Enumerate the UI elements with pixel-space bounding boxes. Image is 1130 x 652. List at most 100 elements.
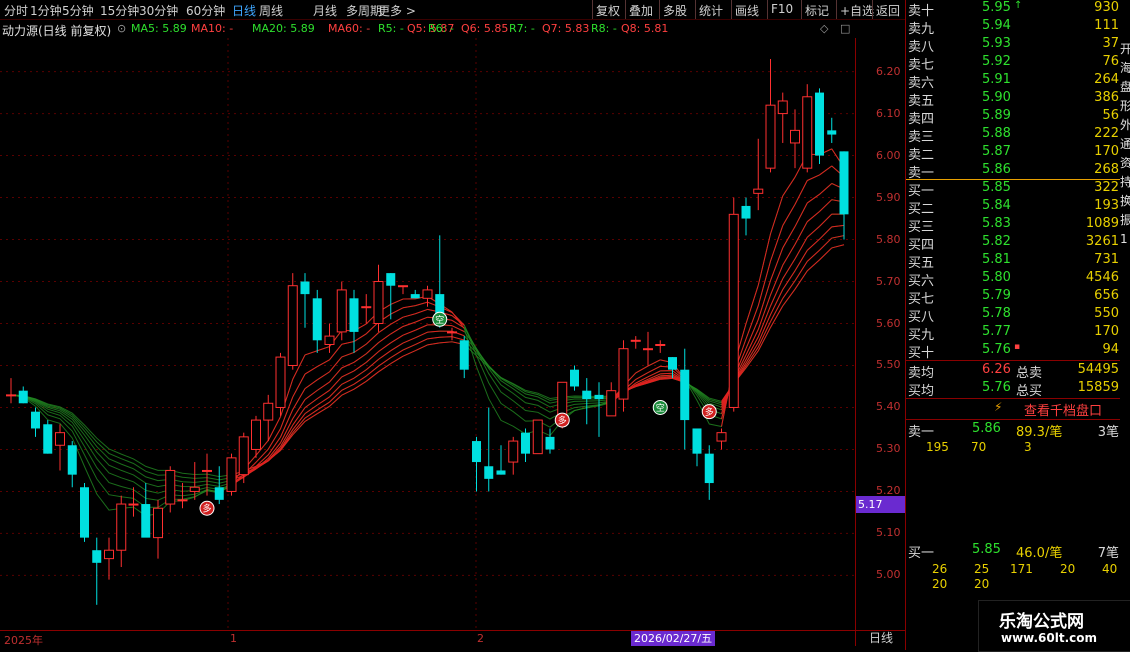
detail-amount: 89.3/笔 bbox=[1016, 421, 1062, 440]
candlestick-chart[interactable]: 多空多空多 bbox=[0, 38, 855, 630]
collapse-icon[interactable]: ◇ bbox=[820, 22, 828, 35]
ribbon-line-red bbox=[317, 360, 329, 367]
bid-row[interactable]: 买三5.831089 bbox=[906, 216, 1121, 234]
ribbon-line-red bbox=[783, 271, 795, 290]
bid-row[interactable]: 买五5.81731 bbox=[906, 252, 1121, 270]
indicator-settings-icon[interactable]: ⊙ bbox=[117, 22, 126, 35]
order-level-label: 买三 bbox=[908, 216, 934, 235]
ribbon-line-green bbox=[11, 214, 844, 487]
tab-1min[interactable]: 1分钟 bbox=[30, 2, 62, 19]
mark-button[interactable]: 标记 bbox=[805, 2, 829, 19]
candle-body-down bbox=[31, 412, 40, 429]
divider bbox=[906, 419, 1121, 420]
selected-date: 2026/02/27/五 bbox=[631, 631, 715, 646]
candle-body-down bbox=[301, 282, 310, 295]
ribbon-line-red bbox=[636, 373, 648, 380]
detail-count: 3笔 bbox=[1098, 421, 1119, 440]
bid-row[interactable]: 买七5.79656 bbox=[906, 288, 1121, 306]
avg-buy-row: 买均5.76总买15859 bbox=[906, 380, 1121, 398]
candle-body-up bbox=[607, 391, 616, 416]
tab-15min[interactable]: 15分钟 bbox=[100, 2, 139, 19]
tab-minute[interactable]: 分时 bbox=[4, 2, 28, 19]
ask-row[interactable]: 卖二5.87170 bbox=[906, 144, 1121, 162]
order-volume: 1089 bbox=[1086, 216, 1119, 231]
period-label[interactable]: 日线 bbox=[855, 630, 906, 646]
candle-body-up bbox=[117, 504, 126, 550]
ribbon-line-red bbox=[452, 337, 464, 340]
detail-price: 5.85 bbox=[972, 542, 1001, 557]
candle-body-up bbox=[558, 382, 567, 416]
candle-body-down bbox=[484, 466, 493, 479]
multi-stock-button[interactable]: 多股 bbox=[663, 2, 687, 19]
ribbon-line-red bbox=[795, 203, 807, 227]
ask-row[interactable]: 卖三5.88222 bbox=[906, 126, 1121, 144]
order-volume: 94 bbox=[1102, 342, 1119, 357]
ribbon-line-red bbox=[428, 331, 440, 332]
ribbon-line-red bbox=[403, 306, 415, 308]
ribbon-line-red bbox=[403, 322, 415, 326]
ask-row[interactable]: 卖八5.9337 bbox=[906, 36, 1121, 54]
queue-volume: 195 bbox=[926, 440, 949, 454]
candle-body-up bbox=[656, 344, 665, 345]
watermark-url: www.60lt.com bbox=[1001, 631, 1097, 645]
ask-row[interactable]: 卖一5.86268 bbox=[906, 162, 1121, 180]
f10-button[interactable]: F10 bbox=[771, 2, 793, 16]
tab-5min[interactable]: 5分钟 bbox=[62, 2, 94, 19]
ribbon-line-red bbox=[330, 377, 342, 390]
bid-row[interactable]: 买二5.84193 bbox=[906, 198, 1121, 216]
close-icon[interactable]: □ bbox=[840, 22, 850, 35]
ribbon-line-red bbox=[415, 332, 427, 338]
ask-row[interactable]: 卖七5.9276 bbox=[906, 54, 1121, 72]
depth-button-label: 查看千档盘口 bbox=[1024, 400, 1102, 419]
candle-body-up bbox=[778, 101, 787, 114]
bid-row[interactable]: 买一5.85322 bbox=[906, 180, 1121, 198]
price-tick: 5.00 bbox=[876, 568, 901, 581]
bid-row[interactable]: 买八5.78550 bbox=[906, 306, 1121, 324]
order-price: 5.95 bbox=[982, 0, 1011, 15]
order-level-label: 卖九 bbox=[908, 18, 934, 37]
sell-signal-icon: 空 bbox=[433, 312, 447, 326]
overlay-button[interactable]: 叠加 bbox=[629, 2, 653, 19]
candle-body-up bbox=[239, 437, 248, 475]
ribbon-line-red bbox=[391, 350, 403, 358]
tab-daily[interactable]: 日线 bbox=[232, 2, 256, 19]
ribbon-line-red bbox=[305, 351, 317, 355]
depth-view-button[interactable]: ⚡查看千档盘口 bbox=[906, 399, 1121, 419]
ribbon-line-red bbox=[391, 356, 403, 363]
ribbon-line-red bbox=[354, 354, 366, 363]
ribbon-line-red bbox=[807, 175, 819, 181]
ribbon-line-red bbox=[807, 226, 819, 237]
order-volume: 4546 bbox=[1086, 270, 1119, 285]
order-level-label: 卖四 bbox=[908, 108, 934, 127]
side-strip-char: 开 bbox=[1120, 40, 1130, 58]
ask-row[interactable]: 卖六5.91264 bbox=[906, 72, 1121, 90]
draw-line-button[interactable]: 画线 bbox=[735, 2, 759, 19]
bid-row[interactable]: 买六5.804546 bbox=[906, 270, 1121, 288]
tab-monthly[interactable]: 月线 bbox=[313, 2, 337, 19]
bid-row[interactable]: 买九5.77170 bbox=[906, 324, 1121, 342]
bid-row[interactable]: 买十5.7694▪ bbox=[906, 342, 1121, 360]
tab-more[interactable]: 更多 > bbox=[378, 2, 416, 19]
bid-row[interactable]: 买四5.823261 bbox=[906, 234, 1121, 252]
tab-weekly[interactable]: 周线 bbox=[259, 2, 283, 19]
total-label: 总买 bbox=[1016, 380, 1042, 399]
tab-60min[interactable]: 60分钟 bbox=[186, 2, 225, 19]
ribbon-line-red bbox=[293, 418, 305, 433]
ask-row[interactable]: 卖九5.94111 bbox=[906, 18, 1121, 36]
ask-row[interactable]: 卖十5.95930↑ bbox=[906, 0, 1121, 18]
add-favorite-button[interactable]: +自选 bbox=[840, 2, 874, 19]
restore-rights-button[interactable]: 复权 bbox=[596, 2, 620, 19]
ribbon-line-red bbox=[440, 337, 452, 338]
ribbon-line-red bbox=[379, 324, 391, 333]
ribbon-line-red bbox=[391, 326, 403, 333]
price-tick: 6.10 bbox=[876, 107, 901, 120]
back-button[interactable]: 返回 bbox=[876, 2, 900, 19]
order-level-label: 买一 bbox=[908, 180, 934, 199]
tab-30min[interactable]: 30分钟 bbox=[139, 2, 178, 19]
candle-body-down bbox=[215, 487, 224, 500]
candle-body-down bbox=[693, 428, 702, 453]
ask-row[interactable]: 卖四5.8956 bbox=[906, 108, 1121, 126]
ask-row[interactable]: 卖五5.90386 bbox=[906, 90, 1121, 108]
tab-multi-period[interactable]: 多周期 bbox=[346, 2, 382, 19]
statistics-button[interactable]: 统计 bbox=[699, 2, 723, 19]
